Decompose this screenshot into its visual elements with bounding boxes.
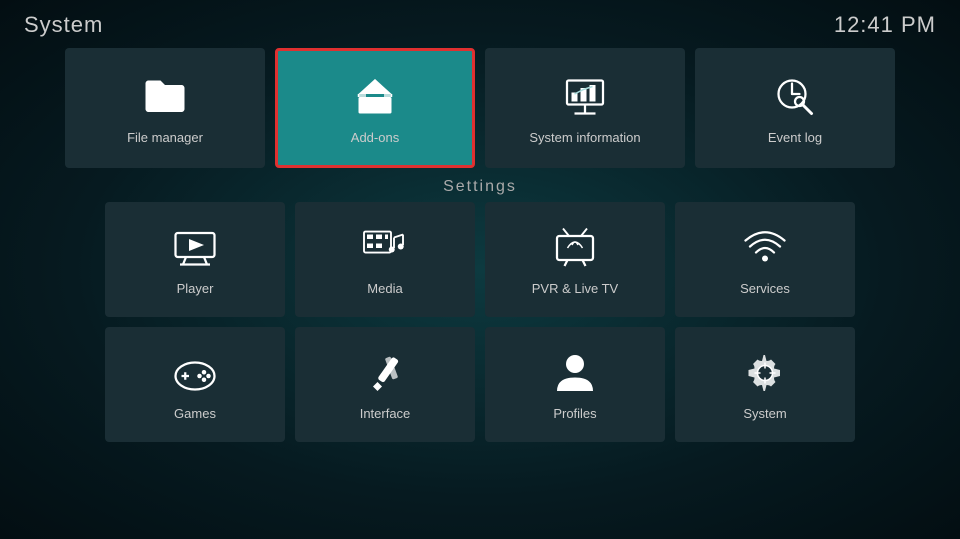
tile-games-label: Games	[174, 406, 216, 421]
tile-services[interactable]: Services	[675, 202, 855, 317]
folder-icon	[140, 72, 190, 122]
player-icon	[170, 223, 220, 273]
media-icon	[360, 223, 410, 273]
interface-icon	[360, 348, 410, 398]
profiles-icon	[550, 348, 600, 398]
games-icon	[170, 348, 220, 398]
header: System 12:41 PM	[0, 0, 960, 44]
settings-tiles-row2: Games Interface Profiles	[0, 327, 960, 442]
tile-file-manager[interactable]: File manager	[65, 48, 265, 168]
top-tiles-row: File manager Add-ons	[0, 44, 960, 168]
clock: 12:41 PM	[834, 12, 936, 38]
settings-heading: Settings	[0, 168, 960, 202]
tile-add-ons[interactable]: Add-ons	[275, 48, 475, 168]
tile-add-ons-label: Add-ons	[351, 130, 399, 145]
tile-pvr-live-tv[interactable]: PVR & Live TV	[485, 202, 665, 317]
addons-icon	[350, 72, 400, 122]
tile-profiles[interactable]: Profiles	[485, 327, 665, 442]
services-icon	[740, 223, 790, 273]
tile-file-manager-label: File manager	[127, 130, 203, 145]
settings-tiles-row1: Player Media	[0, 202, 960, 317]
page-title: System	[24, 12, 103, 38]
tile-system-information[interactable]: System information	[485, 48, 685, 168]
eventlog-icon	[770, 72, 820, 122]
tile-interface-label: Interface	[360, 406, 411, 421]
tile-media-label: Media	[367, 281, 402, 296]
sysinfo-icon	[560, 72, 610, 122]
tile-system-information-label: System information	[529, 130, 640, 145]
pvr-icon	[550, 223, 600, 273]
tile-system-label: System	[743, 406, 786, 421]
tile-interface[interactable]: Interface	[295, 327, 475, 442]
tile-services-label: Services	[740, 281, 790, 296]
tile-profiles-label: Profiles	[553, 406, 596, 421]
system-icon	[740, 348, 790, 398]
tile-system[interactable]: System	[675, 327, 855, 442]
tile-player-label: Player	[177, 281, 214, 296]
tile-event-log-label: Event log	[768, 130, 822, 145]
tile-pvr-live-tv-label: PVR & Live TV	[532, 281, 618, 296]
tile-player[interactable]: Player	[105, 202, 285, 317]
tile-games[interactable]: Games	[105, 327, 285, 442]
tile-media[interactable]: Media	[295, 202, 475, 317]
tile-event-log[interactable]: Event log	[695, 48, 895, 168]
